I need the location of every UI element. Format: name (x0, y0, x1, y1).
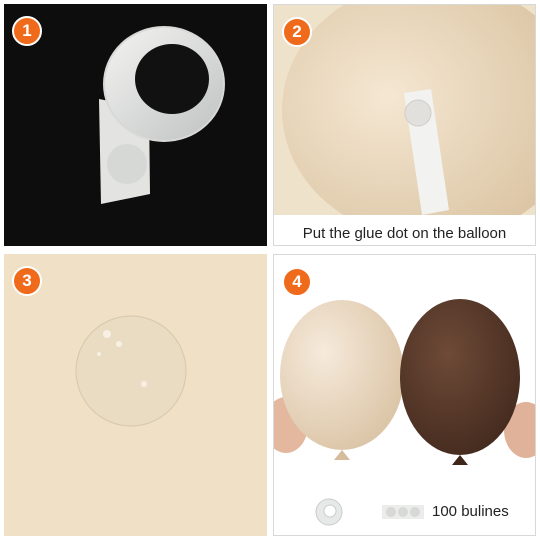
balloon-with-glue-dot-image (274, 5, 535, 215)
glue-dot-tape-roll-image (99, 26, 225, 204)
two-balloons-pressed-together-image (274, 299, 535, 465)
glue-dot-on-balloon-closeup-image (75, 315, 187, 427)
step-1-badge: 1 (12, 16, 42, 46)
step-4-caption: 100 bulines (432, 503, 509, 520)
step-2-badge: 2 (282, 17, 312, 47)
step-2-caption: Put the glue dot on the balloon (302, 225, 507, 242)
step-3-panel: 3 (4, 254, 267, 536)
step-3-badge: 3 (12, 266, 42, 296)
step-4-badge: 4 (282, 267, 312, 297)
step-4-panel: 100 bulines 4 (273, 254, 536, 536)
glue-dots-strip-icon (382, 505, 424, 519)
step-1-panel: 1 (4, 4, 267, 246)
step-2-panel: Put the glue dot on the balloon 2 (273, 4, 536, 246)
tape-roll-icon (315, 498, 343, 526)
